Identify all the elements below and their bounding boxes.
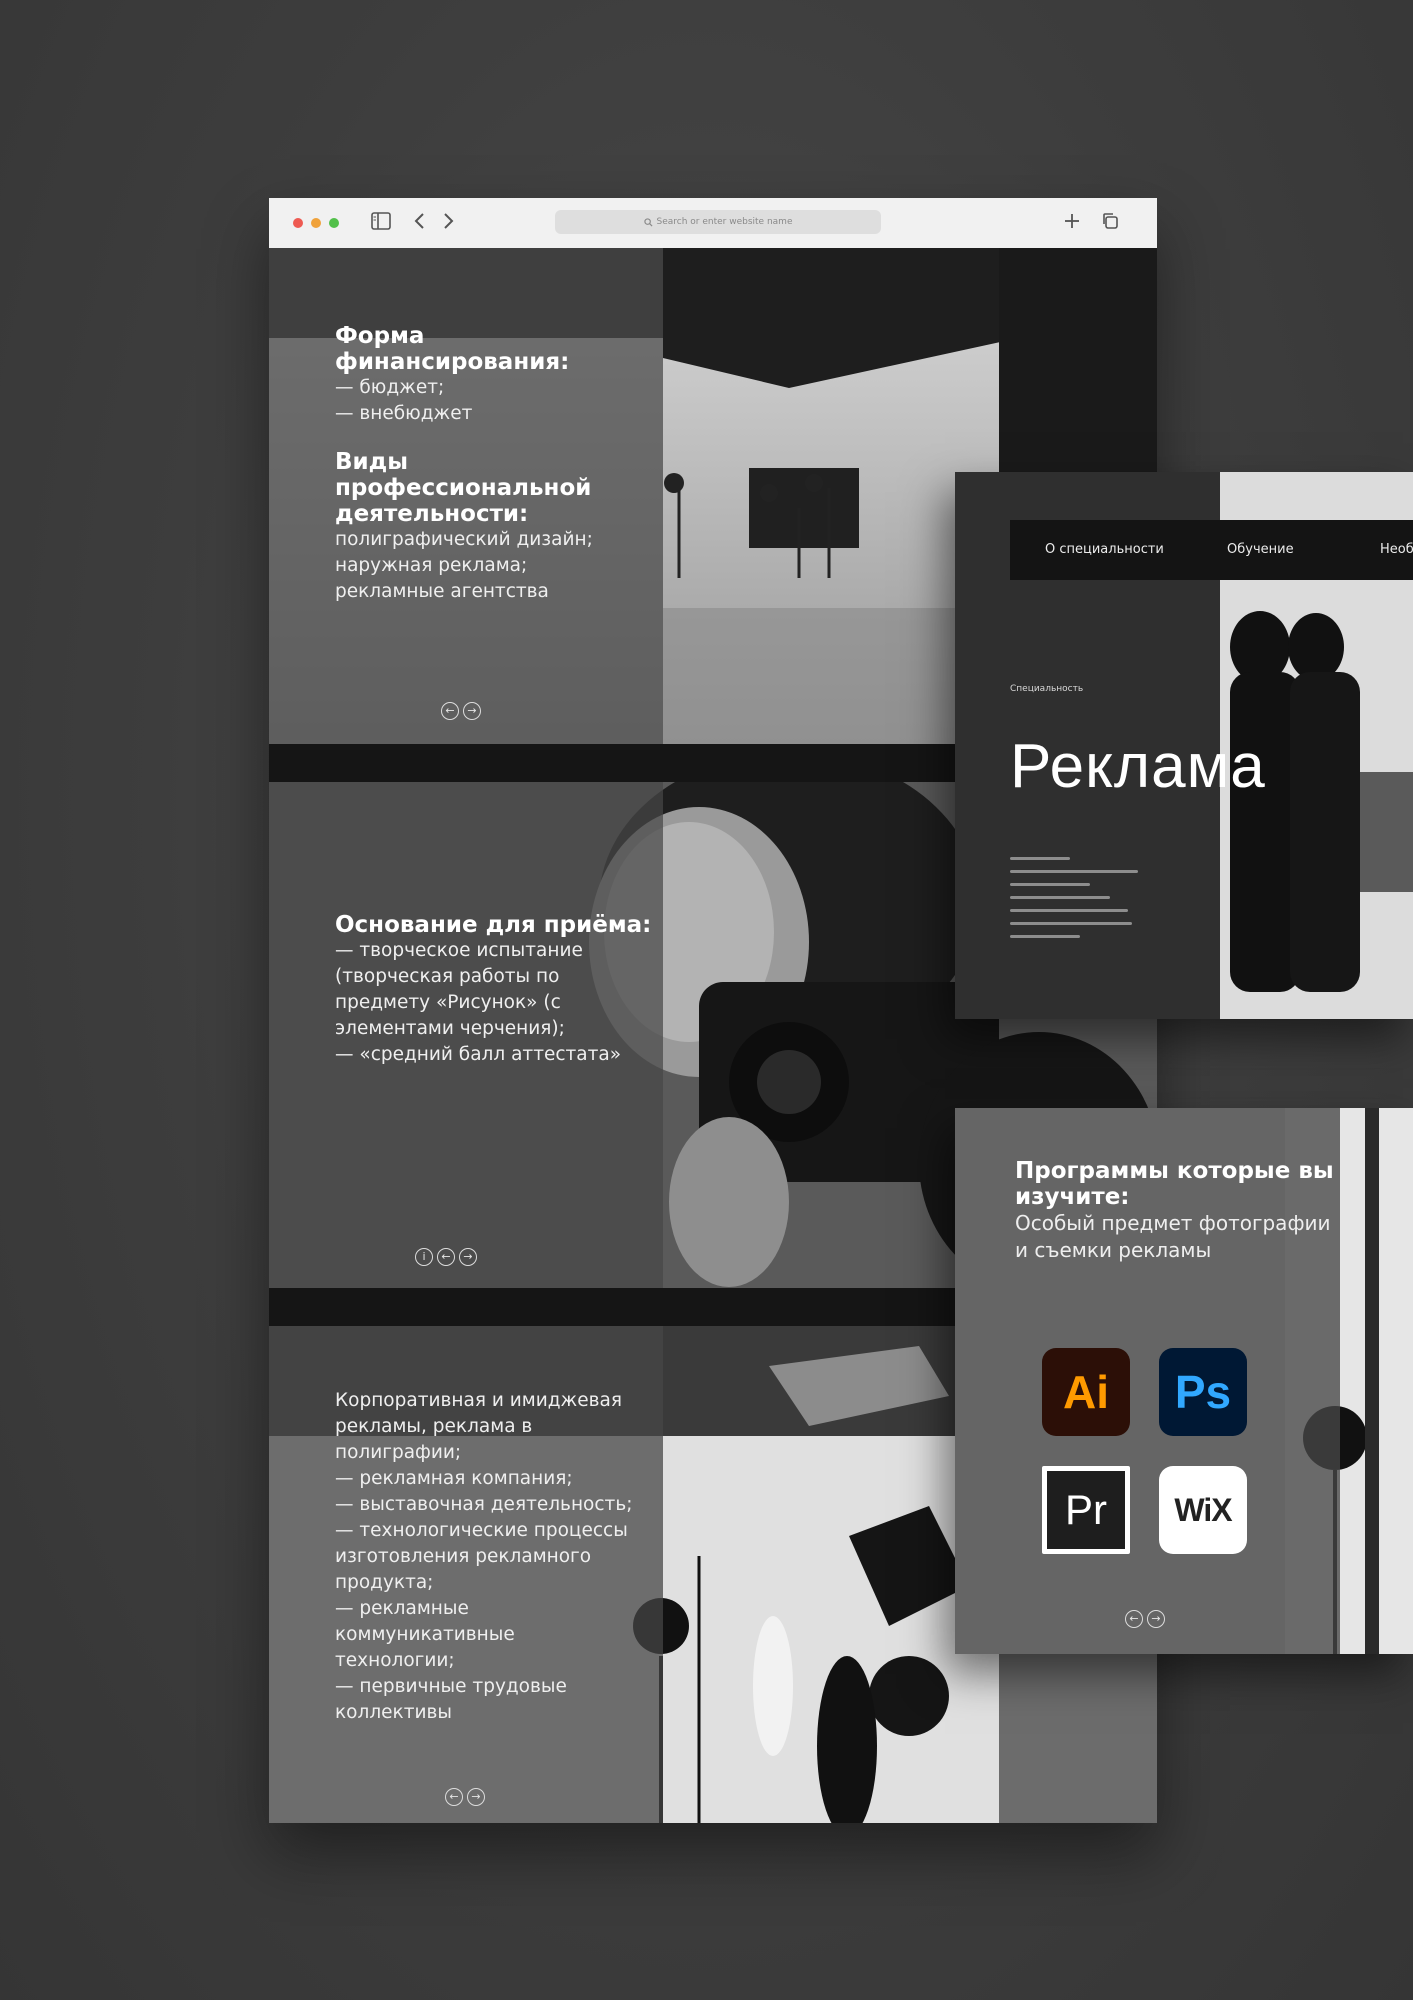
- info-icon[interactable]: i: [415, 1248, 433, 1266]
- plus-icon[interactable]: [1063, 212, 1081, 233]
- arrow-left-icon[interactable]: ←: [441, 702, 459, 720]
- arrow-right-icon[interactable]: →: [459, 1248, 477, 1266]
- arrow-left-icon[interactable]: ←: [1125, 1610, 1143, 1628]
- programs-card: Программы которые вы изучите: Особый пре…: [955, 1108, 1413, 1654]
- admission-body: — творческое испытание (творческая работ…: [335, 940, 622, 1065]
- wix-app-icon: WiX: [1159, 1466, 1247, 1554]
- nav-item-about[interactable]: О специальности: [1045, 542, 1164, 557]
- page-title: Реклама: [1010, 732, 1266, 801]
- slide-nav: ← →: [1125, 1610, 1165, 1628]
- activities-body: Корпоративная и имиджевая рекламы, рекла…: [335, 1390, 633, 1723]
- search-icon: [643, 217, 653, 227]
- funding-copy: Форма финансирования: — бюджет; — внебюд…: [335, 323, 655, 605]
- activity-heading: Виды профессиональной деятельности:: [335, 449, 592, 527]
- chevron-left-icon[interactable]: [413, 212, 425, 233]
- programs-copy: Программы которые вы изучите: Особый пре…: [1015, 1158, 1335, 1264]
- illustrator-app-icon: Ai: [1042, 1348, 1130, 1436]
- close-window-button[interactable]: [293, 218, 303, 228]
- slide-nav: ← →: [445, 1788, 485, 1806]
- funding-heading: Форма финансирования:: [335, 323, 570, 375]
- chevron-right-icon[interactable]: [443, 212, 455, 233]
- eyebrow-label: Специальность: [1010, 684, 1084, 694]
- premiere-app-icon: Pr: [1042, 1466, 1130, 1554]
- arrow-right-icon[interactable]: →: [1147, 1610, 1165, 1628]
- arrow-right-icon[interactable]: →: [463, 702, 481, 720]
- nav-item-training[interactable]: Обучение: [1227, 542, 1294, 557]
- sidebar-icon[interactable]: [371, 212, 391, 233]
- tabs-icon[interactable]: [1101, 212, 1119, 233]
- arrow-right-icon[interactable]: →: [467, 1788, 485, 1806]
- top-navigation: О специальности Обучение Необ: [1010, 520, 1413, 580]
- nav-item-truncated[interactable]: Необ: [1380, 542, 1413, 557]
- programs-heading: Программы которые вы изучите:: [1015, 1158, 1334, 1210]
- browser-toolbar: Search or enter website name: [269, 198, 1157, 249]
- slide-nav: i ← →: [415, 1248, 477, 1266]
- admission-heading: Основание для приёма:: [335, 912, 652, 938]
- maximize-window-button[interactable]: [329, 218, 339, 228]
- specialty-card: О специальности Обучение Необ Специально…: [955, 472, 1413, 1019]
- address-placeholder: Search or enter website name: [656, 217, 793, 227]
- arrow-left-icon[interactable]: ←: [437, 1248, 455, 1266]
- activity-body: полиграфический дизайн; наружная реклама…: [335, 529, 593, 602]
- slide-nav: ← →: [441, 702, 481, 720]
- address-bar[interactable]: Search or enter website name: [555, 210, 881, 234]
- arrow-left-icon[interactable]: ←: [445, 1788, 463, 1806]
- admission-copy: Основание для приёма: — творческое испыт…: [335, 912, 653, 1068]
- activities-copy: Корпоративная и имиджевая рекламы, рекла…: [335, 1388, 635, 1726]
- funding-body: — бюджет; — внебюджет: [335, 377, 473, 424]
- description-placeholder: [1010, 857, 1138, 948]
- photoshop-app-icon: Ps: [1159, 1348, 1247, 1436]
- programs-body: Особый предмет фотографии и съемки рекла…: [1015, 1211, 1331, 1262]
- minimize-window-button[interactable]: [311, 218, 321, 228]
